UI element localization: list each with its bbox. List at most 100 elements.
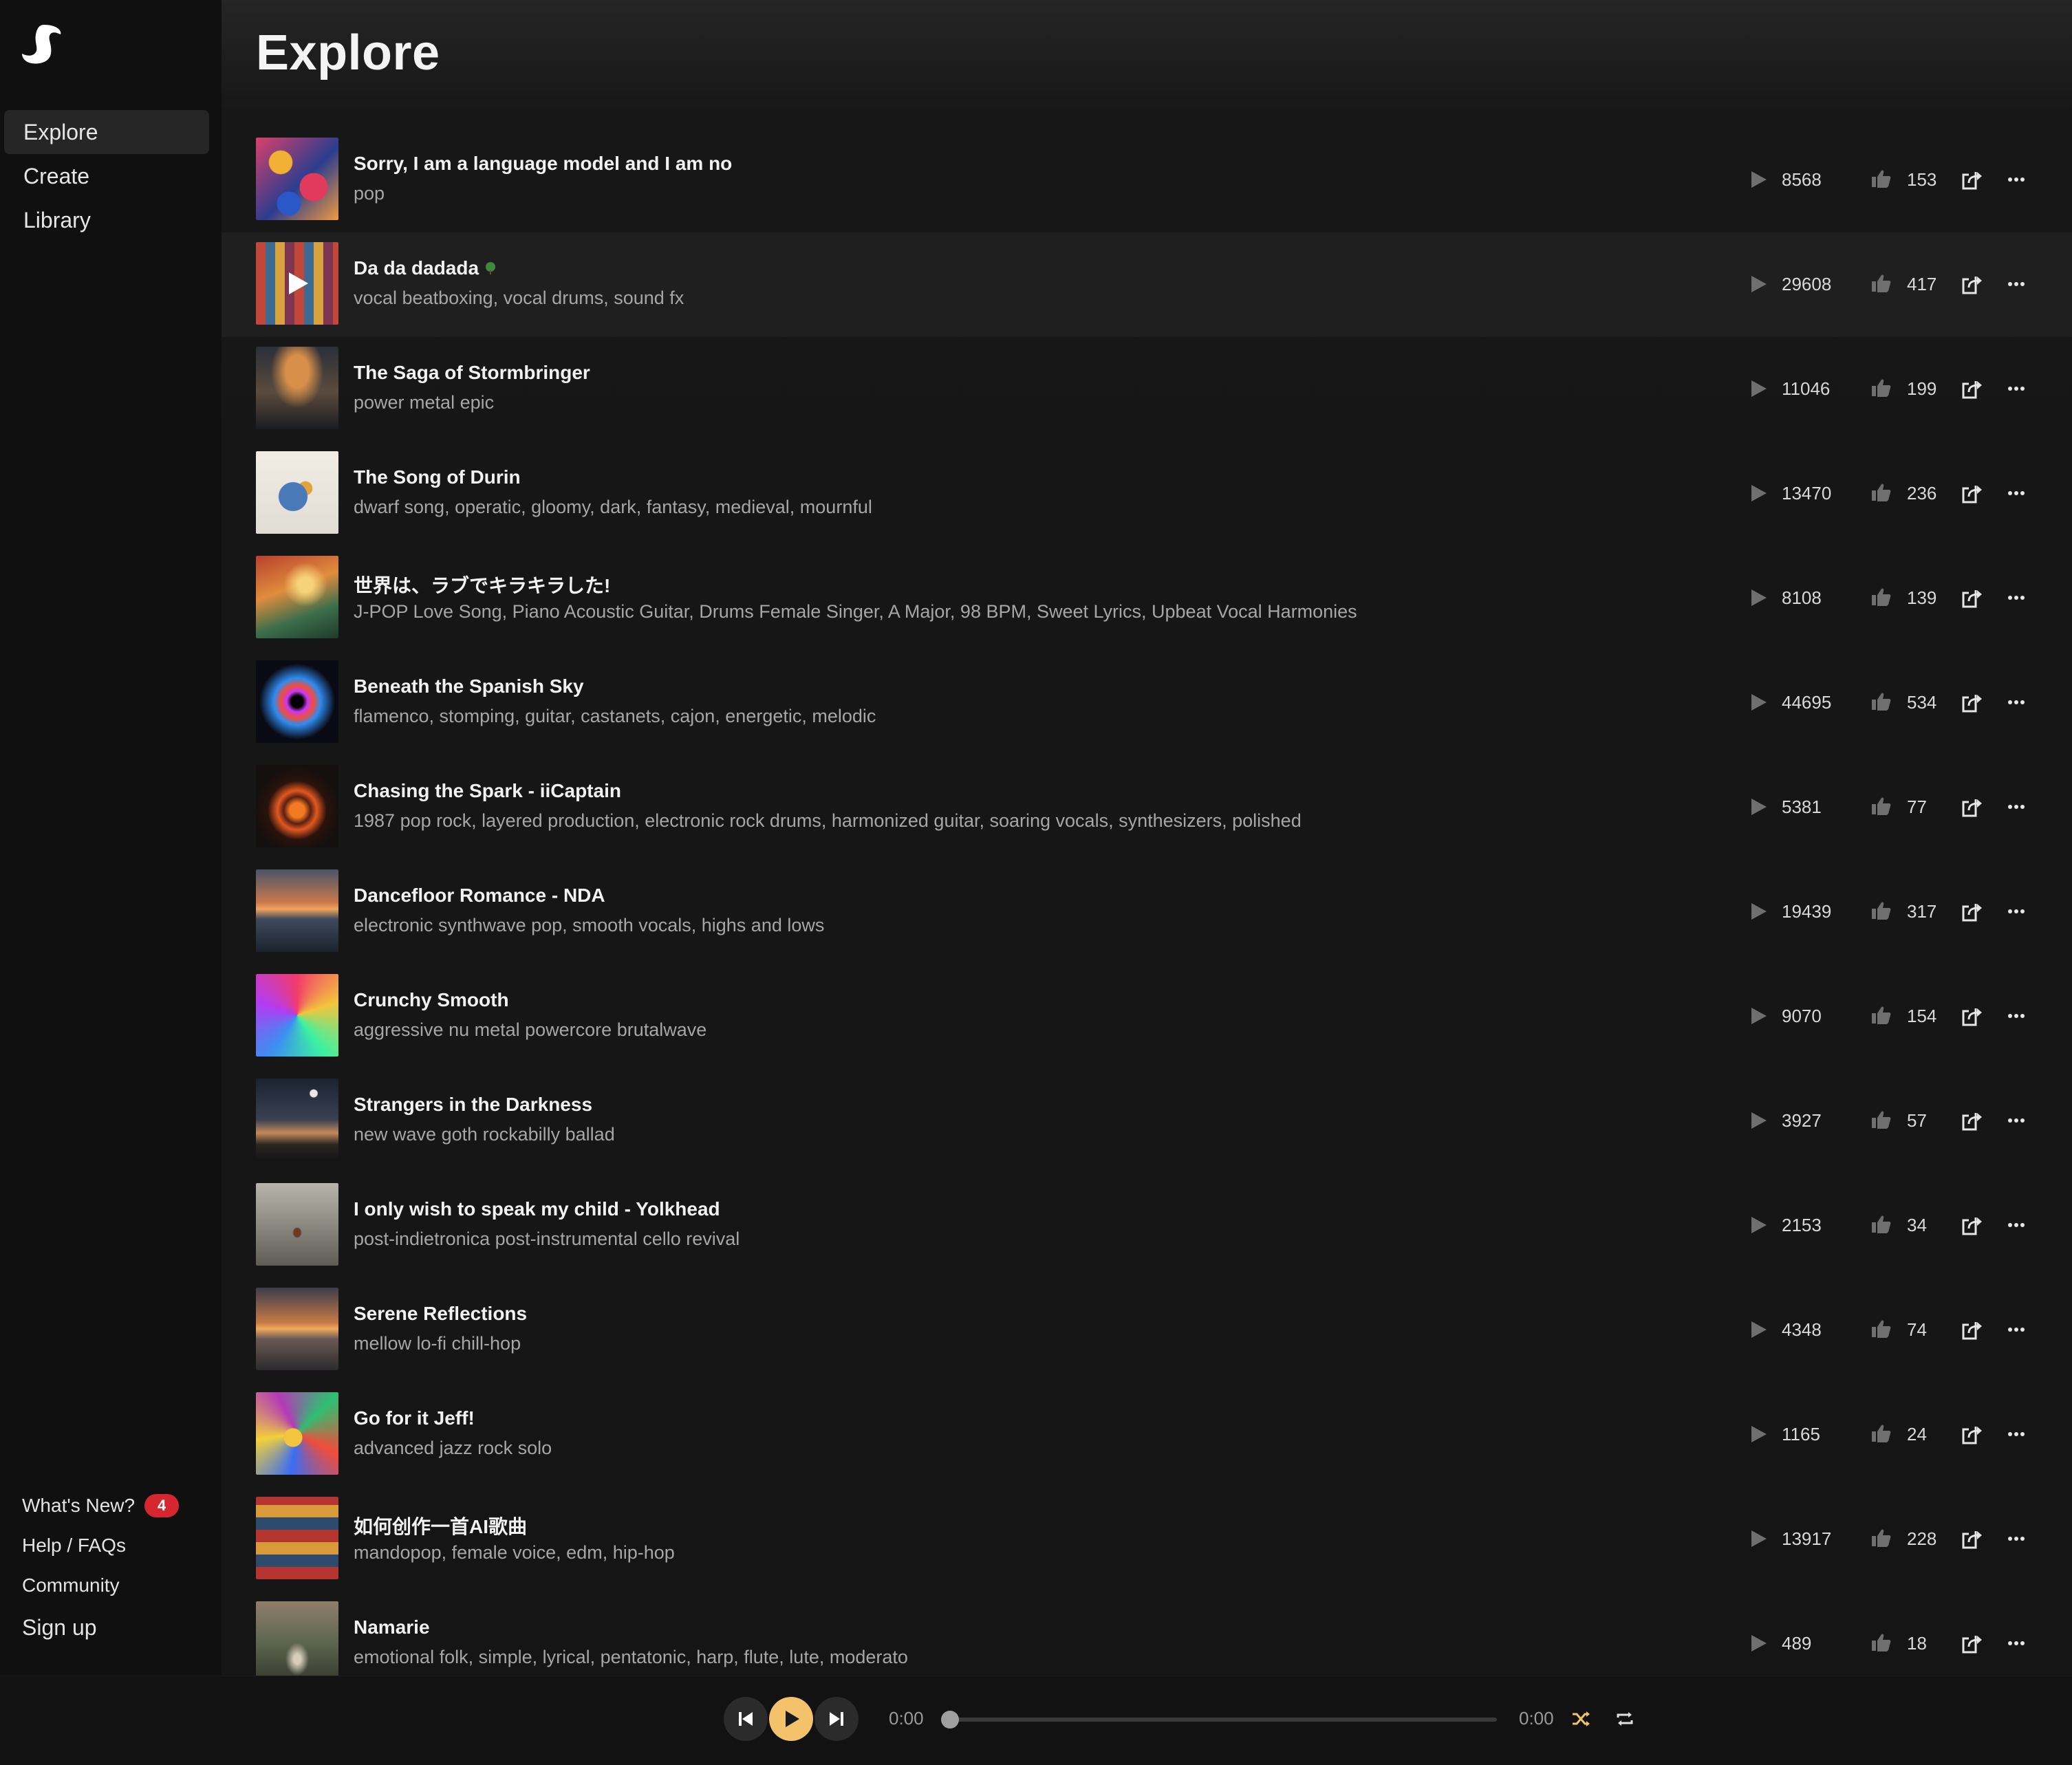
song-title-container[interactable]: 如何创作一首AI歌曲 bbox=[354, 1512, 527, 1539]
song-title-container[interactable]: 世界は、ラブでキラキラした! bbox=[354, 571, 610, 598]
song-title[interactable]: Go for it Jeff! bbox=[354, 1407, 475, 1429]
share-icon[interactable] bbox=[1961, 168, 1984, 191]
song-title[interactable]: Dancefloor Romance - NDA bbox=[354, 885, 605, 906]
play-count-icon[interactable] bbox=[1749, 692, 1768, 713]
song-title-container[interactable]: Dancefloor Romance - NDA bbox=[354, 885, 605, 907]
song-row[interactable]: Go for it Jeff! advanced jazz rock solo … bbox=[222, 1383, 2072, 1487]
song-title[interactable]: Serene Reflections bbox=[354, 1303, 527, 1324]
thumbs-up-icon[interactable] bbox=[1870, 586, 1892, 608]
song-title[interactable]: I only wish to speak my child - Yolkhead bbox=[354, 1198, 720, 1220]
play-count-icon[interactable] bbox=[1749, 169, 1768, 190]
thumbs-up-icon[interactable] bbox=[1870, 1213, 1892, 1235]
repeat-icon[interactable] bbox=[1614, 1708, 1636, 1730]
play-count-icon[interactable] bbox=[1749, 1424, 1768, 1444]
song-title-container[interactable]: Namarie bbox=[354, 1616, 430, 1638]
more-options-icon[interactable] bbox=[2005, 481, 2028, 505]
more-options-icon[interactable] bbox=[2005, 586, 2028, 609]
song-cover-image[interactable] bbox=[256, 138, 338, 220]
song-row[interactable]: The Saga of Stormbringer power metal epi… bbox=[222, 337, 2072, 442]
progress-handle[interactable] bbox=[941, 1711, 959, 1729]
more-options-icon[interactable] bbox=[2005, 1422, 2028, 1446]
play-count-icon[interactable] bbox=[1749, 901, 1768, 922]
share-icon[interactable] bbox=[1961, 272, 1984, 296]
song-row[interactable]: Da da dadada vocal beatboxing, vocal dru… bbox=[222, 232, 2072, 337]
thumbs-up-icon[interactable] bbox=[1870, 691, 1892, 713]
song-row[interactable]: Chasing the Spark - iiCaptain 1987 pop r… bbox=[222, 755, 2072, 860]
more-options-icon[interactable] bbox=[2005, 1527, 2028, 1550]
play-count-icon[interactable] bbox=[1749, 1110, 1768, 1131]
share-icon[interactable] bbox=[1961, 795, 1984, 819]
thumbs-up-icon[interactable] bbox=[1870, 272, 1892, 294]
share-icon[interactable] bbox=[1961, 1213, 1984, 1237]
whats-new-link[interactable]: What's New? 4 bbox=[22, 1486, 215, 1526]
thumbs-up-icon[interactable] bbox=[1870, 795, 1892, 817]
thumbs-up-icon[interactable] bbox=[1870, 377, 1892, 399]
song-cover-image[interactable] bbox=[256, 869, 338, 952]
song-row[interactable]: I only wish to speak my child - Yolkhead… bbox=[222, 1173, 2072, 1278]
sign-up-link[interactable]: Sign up bbox=[22, 1605, 215, 1649]
more-options-icon[interactable] bbox=[2005, 168, 2028, 191]
share-icon[interactable] bbox=[1961, 377, 1984, 400]
play-button[interactable] bbox=[769, 1697, 813, 1741]
suno-logo[interactable] bbox=[21, 22, 65, 66]
song-cover-image[interactable] bbox=[256, 765, 338, 847]
song-cover-image[interactable] bbox=[256, 1497, 338, 1579]
more-options-icon[interactable] bbox=[2005, 1318, 2028, 1341]
share-icon[interactable] bbox=[1961, 900, 1984, 923]
song-title-container[interactable]: Da da dadada bbox=[354, 257, 498, 279]
song-title[interactable]: Strangers in the Darkness bbox=[354, 1094, 592, 1115]
song-row[interactable]: Namarie emotional folk, simple, lyrical,… bbox=[222, 1592, 2072, 1676]
thumbs-up-icon[interactable] bbox=[1870, 1527, 1892, 1549]
song-title-container[interactable]: Chasing the Spark - iiCaptain bbox=[354, 780, 621, 802]
song-cover-image[interactable] bbox=[256, 1183, 338, 1266]
thumbs-up-icon[interactable] bbox=[1870, 900, 1892, 922]
play-count-icon[interactable] bbox=[1749, 587, 1768, 608]
song-title[interactable]: 如何创作一首AI歌曲 bbox=[354, 1516, 527, 1537]
song-title-container[interactable]: I only wish to speak my child - Yolkhead bbox=[354, 1198, 720, 1220]
song-cover-image[interactable] bbox=[256, 1601, 338, 1676]
community-link[interactable]: Community bbox=[22, 1566, 215, 1605]
song-title[interactable]: Chasing the Spark - iiCaptain bbox=[354, 780, 621, 801]
song-row[interactable]: The Song of Durin dwarf song, operatic, … bbox=[222, 442, 2072, 546]
thumbs-up-icon[interactable] bbox=[1870, 1318, 1892, 1340]
more-options-icon[interactable] bbox=[2005, 1109, 2028, 1132]
thumbs-up-icon[interactable] bbox=[1870, 1004, 1892, 1026]
share-icon[interactable] bbox=[1961, 1527, 1984, 1550]
song-title-container[interactable]: Go for it Jeff! bbox=[354, 1407, 475, 1429]
next-button[interactable] bbox=[814, 1697, 859, 1741]
song-row[interactable]: Strangers in the Darkness new wave goth … bbox=[222, 1069, 2072, 1173]
share-icon[interactable] bbox=[1961, 1109, 1984, 1132]
help-faqs-link[interactable]: Help / FAQs bbox=[22, 1526, 215, 1566]
song-title[interactable]: The Song of Durin bbox=[354, 466, 521, 488]
song-cover-image[interactable] bbox=[256, 1392, 338, 1475]
song-cover-image[interactable] bbox=[256, 1079, 338, 1161]
play-count-icon[interactable] bbox=[1749, 483, 1768, 503]
song-cover-image[interactable] bbox=[256, 1288, 338, 1370]
more-options-icon[interactable] bbox=[2005, 1632, 2028, 1655]
song-row[interactable]: 世界は、ラブでキラキラした! J-POP Love Song, Piano Ac… bbox=[222, 546, 2072, 651]
nav-item-library[interactable]: Library bbox=[4, 198, 209, 242]
play-count-icon[interactable] bbox=[1749, 1006, 1768, 1026]
thumbs-up-icon[interactable] bbox=[1870, 168, 1892, 190]
thumbs-up-icon[interactable] bbox=[1870, 1422, 1892, 1444]
share-icon[interactable] bbox=[1961, 1632, 1984, 1655]
play-count-icon[interactable] bbox=[1749, 1528, 1768, 1549]
more-options-icon[interactable] bbox=[2005, 691, 2028, 714]
share-icon[interactable] bbox=[1961, 1318, 1984, 1341]
progress-track[interactable] bbox=[951, 1718, 1497, 1722]
play-count-icon[interactable] bbox=[1749, 1215, 1768, 1235]
song-title-container[interactable]: The Saga of Stormbringer bbox=[354, 362, 590, 384]
song-title[interactable]: Da da dadada bbox=[354, 257, 479, 279]
song-row[interactable]: 如何创作一首AI歌曲 mandopop, female voice, edm, … bbox=[222, 1487, 2072, 1592]
song-title[interactable]: Crunchy Smooth bbox=[354, 989, 509, 1010]
song-row[interactable]: Sorry, I am a language model and I am no… bbox=[222, 128, 2072, 232]
nav-item-create[interactable]: Create bbox=[4, 154, 209, 198]
song-cover-image[interactable] bbox=[256, 556, 338, 638]
play-count-icon[interactable] bbox=[1749, 274, 1768, 294]
more-options-icon[interactable] bbox=[2005, 272, 2028, 296]
more-options-icon[interactable] bbox=[2005, 377, 2028, 400]
more-options-icon[interactable] bbox=[2005, 1213, 2028, 1237]
song-row[interactable]: Dancefloor Romance - NDA electronic synt… bbox=[222, 860, 2072, 964]
more-options-icon[interactable] bbox=[2005, 795, 2028, 819]
cover-play-overlay[interactable] bbox=[256, 242, 338, 325]
